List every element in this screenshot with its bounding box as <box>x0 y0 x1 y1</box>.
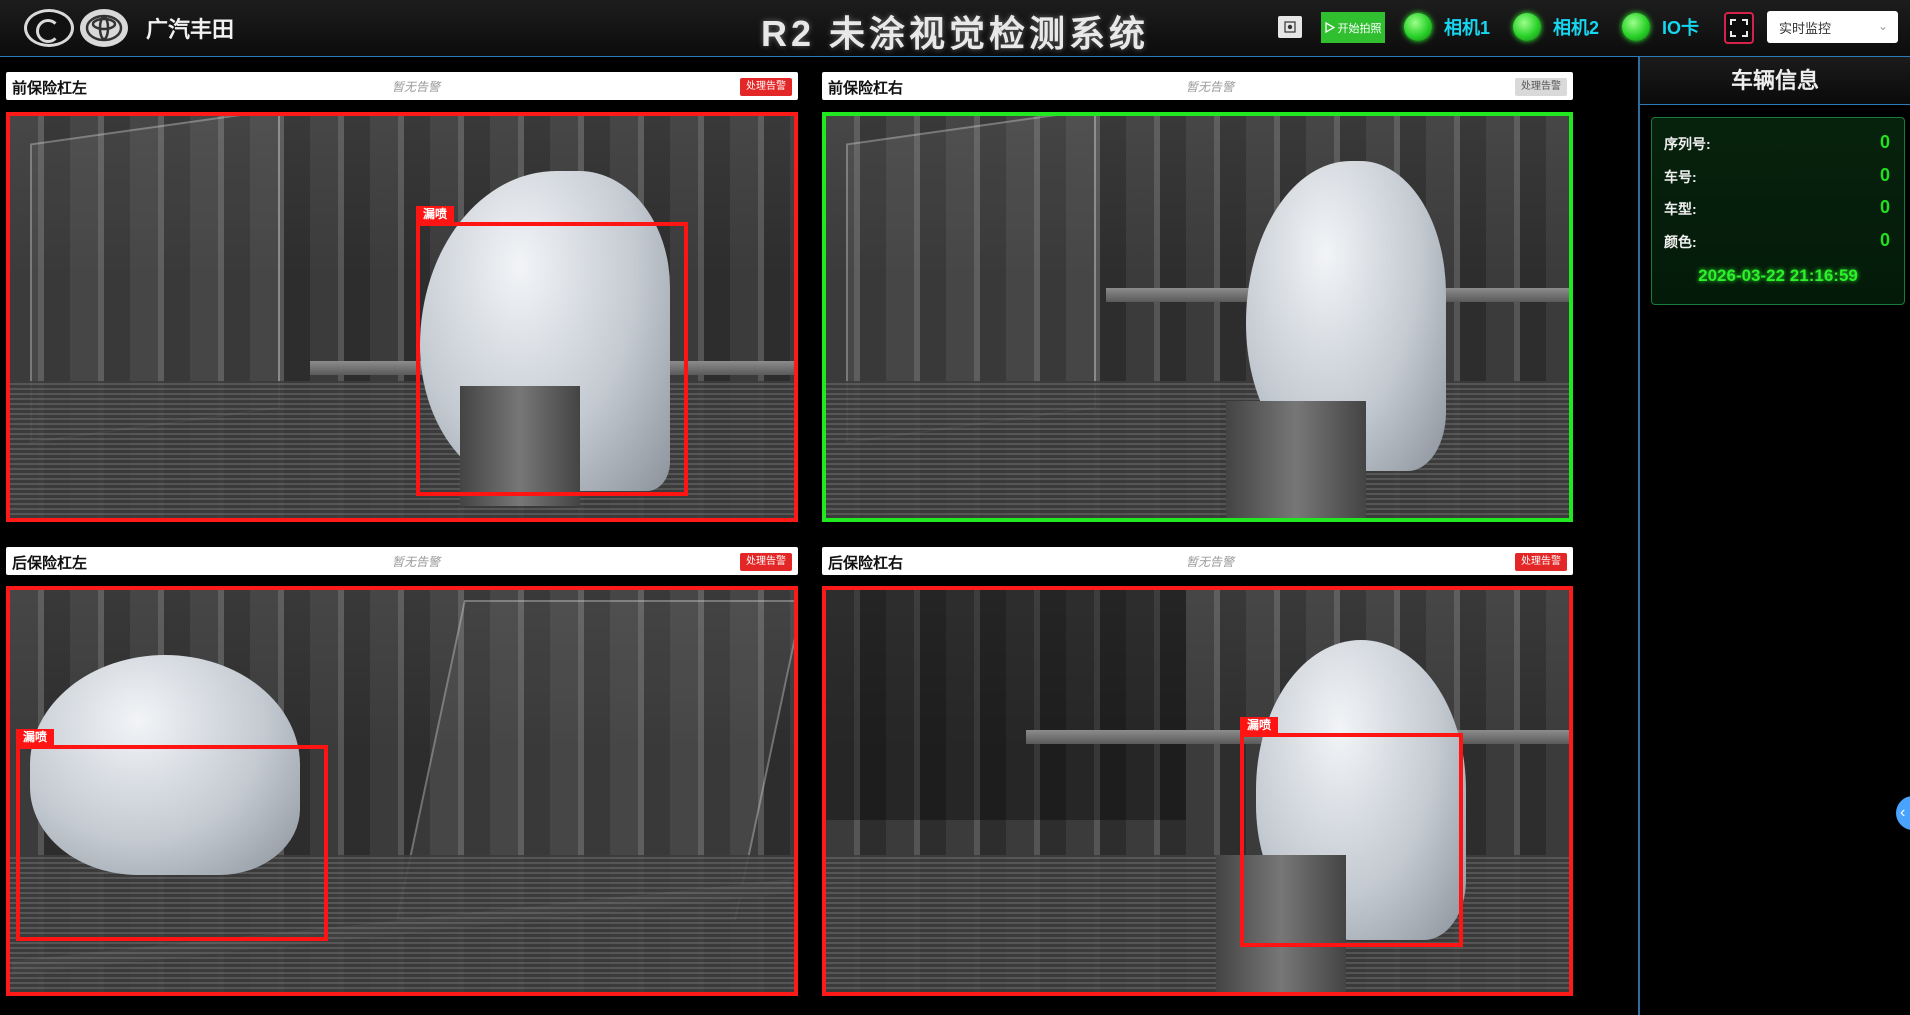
panel-header-front-left: 前保险杠左 暂无告警 处理告警 <box>6 72 798 100</box>
camera2-status: 相机2 <box>1513 12 1599 42</box>
detection-label: 漏喷 <box>16 729 55 745</box>
panel-header-front-right: 前保险杠右 暂无告警 处理告警 <box>822 72 1573 100</box>
panel-title: 后保险杠右 <box>828 555 904 572</box>
serial-number-value: 0 <box>1879 132 1890 152</box>
wall-shadow <box>826 590 1186 820</box>
camera-feed <box>826 116 1569 518</box>
camera-view-rear-left: 漏喷 <box>6 586 798 996</box>
alarm-status-text: 暂无告警 <box>1186 80 1235 94</box>
status-light-icon <box>1622 13 1650 41</box>
panel-title: 后保险杠左 <box>12 555 88 572</box>
fixture-post <box>1226 401 1366 518</box>
io-card-label: IO卡 <box>1662 18 1700 38</box>
camera1-label: 相机1 <box>1444 18 1491 38</box>
play-icon <box>1324 22 1335 33</box>
chevron-left-icon: ‹ <box>1900 804 1906 821</box>
car-number-value: 0 <box>1879 165 1890 185</box>
detection-label: 漏喷 <box>416 206 455 222</box>
floor-grate <box>826 381 1569 518</box>
status-light-icon <box>1404 13 1432 41</box>
start-capture-label: 开始拍照 <box>1337 22 1382 35</box>
start-capture-button[interactable]: 开始拍照 <box>1321 12 1385 43</box>
chevron-down-icon: ⌄ <box>1877 19 1888 33</box>
panel-header-rear-right: 后保险杠右 暂无告警 处理告警 <box>822 547 1573 575</box>
camera1-status: 相机1 <box>1404 12 1490 42</box>
handle-alarm-button[interactable]: 处理告警 <box>1515 553 1567 571</box>
io-card-status: IO卡 <box>1622 12 1699 42</box>
vehicle-info-box: 序列号: 0 车号: 0 车型: 0 颜色: 0 2026-03-22 21:1… <box>1651 117 1905 305</box>
car-model-label: 车型: <box>1664 201 1697 217</box>
vehicle-info-panel: 车辆信息 序列号: 0 车号: 0 车型: 0 颜色: 0 2026-03-22… <box>1638 57 1910 1015</box>
detection-box[interactable]: 漏喷 <box>416 206 688 496</box>
handle-alarm-button[interactable]: 处理告警 <box>740 78 792 96</box>
current-datetime: 2026-03-22 21:16:59 <box>1698 266 1858 285</box>
handle-alarm-button[interactable]: 处理告警 <box>1515 78 1567 96</box>
car-model-row: 车型: 0 <box>1664 197 1890 219</box>
top-header: 广汽丰田 R2 未涂视觉检测系统 开始拍照 相机1 相机2 IO卡 实时监控 ⌄ <box>0 0 1910 57</box>
panel-title: 前保险杠左 <box>12 80 88 97</box>
camera-view-front-left: 漏喷 <box>6 112 798 522</box>
serial-number-label: 序列号: <box>1664 136 1711 152</box>
color-row: 颜色: 0 <box>1664 230 1890 252</box>
mode-select-value: 实时监控 <box>1779 20 1832 36</box>
handle-alarm-button[interactable]: 处理告警 <box>740 553 792 571</box>
fullscreen-button[interactable] <box>1724 12 1754 44</box>
alarm-status-text: 暂无告警 <box>392 555 441 569</box>
detection-box[interactable]: 漏喷 <box>1240 717 1463 947</box>
car-number-label: 车号: <box>1664 169 1697 185</box>
color-label: 颜色: <box>1664 234 1697 250</box>
car-model-value: 0 <box>1879 197 1890 217</box>
panel-title: 前保险杠右 <box>828 80 904 97</box>
detection-box[interactable]: 漏喷 <box>16 729 328 941</box>
camera-view-front-right <box>822 112 1573 522</box>
panel-header-rear-left: 后保险杠左 暂无告警 处理告警 <box>6 547 798 575</box>
fullscreen-icon <box>1730 19 1748 37</box>
car-number-row: 车号: 0 <box>1664 165 1890 187</box>
alarm-status-text: 暂无告警 <box>1186 555 1235 569</box>
mode-select[interactable]: 实时监控 ⌄ <box>1767 11 1898 43</box>
color-value: 0 <box>1879 230 1890 250</box>
camera2-label: 相机2 <box>1553 18 1600 38</box>
alarm-status-text: 暂无告警 <box>392 80 441 94</box>
detection-label: 漏喷 <box>1240 717 1279 733</box>
vehicle-info-title: 车辆信息 <box>1640 57 1910 105</box>
serial-number-row: 序列号: 0 <box>1664 132 1890 154</box>
status-light-icon <box>1513 13 1541 41</box>
camera-view-rear-right: 漏喷 <box>822 586 1573 996</box>
record-icon[interactable] <box>1278 16 1302 38</box>
